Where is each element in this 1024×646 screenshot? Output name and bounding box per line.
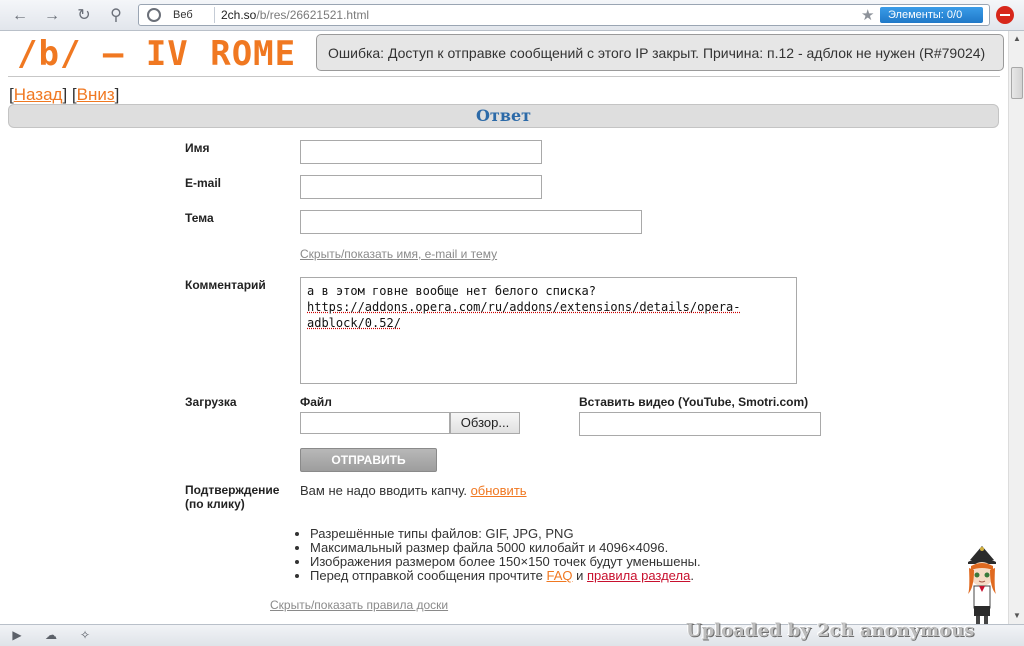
rules-list: Разрешённые типы файлов: GIF, JPG, PNG М… <box>310 527 701 583</box>
key-icon[interactable]: ⚲ <box>106 6 126 26</box>
captcha-text: Вам не надо вводить капчу. <box>300 483 467 498</box>
globe-icon <box>147 8 161 22</box>
subject-field[interactable] <box>300 210 642 234</box>
board-rules-link[interactable]: правила раздела <box>587 568 690 583</box>
url-text[interactable]: 2ch.so/b/res/26621521.html <box>221 8 369 22</box>
comment-textarea[interactable]: а в этом говне вообще нет белого списка?… <box>300 277 797 384</box>
faq-link[interactable]: FAQ <box>546 568 572 583</box>
list-item: Максимальный размер файла 5000 килобайт … <box>310 541 701 555</box>
board-title: /b/ – IV ROME <box>17 34 297 74</box>
upload-watermark: Uploaded by 2ch anonymous <box>686 620 974 641</box>
toggle-rules-link[interactable]: Скрыть/показать правила доски <box>270 598 448 612</box>
url-host: 2ch.so <box>221 8 257 22</box>
reload-icon[interactable]: ↻ <box>74 6 94 26</box>
nav-down-link[interactable]: Вниз <box>77 85 115 104</box>
watermark-prefix: Uploaded by <box>686 620 817 641</box>
forward-icon[interactable]: → <box>42 6 62 26</box>
email-label: E-mail <box>185 176 222 190</box>
page-nav: [Назад] [Вниз] <box>9 85 120 104</box>
scroll-thumb[interactable] <box>1011 67 1023 99</box>
comment-link: https://addons.opera.com/ru/addons/exten… <box>307 300 741 330</box>
captcha-label-line1: Подтверждение <box>185 483 280 497</box>
browser-toolbar: ← → ↻ ⚲ Веб 2ch.so/b/res/26621521.html ★… <box>0 0 1024 31</box>
address-bar[interactable]: Веб 2ch.so/b/res/26621521.html ★ Элемент… <box>138 4 990 26</box>
list-item: Изображения размером более 150×150 точек… <box>310 555 701 569</box>
nav-back-link[interactable]: Назад <box>14 85 63 104</box>
bookmark-star-icon[interactable]: ★ <box>861 6 874 24</box>
stop-icon[interactable] <box>996 6 1014 24</box>
rules-and: и <box>576 568 584 583</box>
name-field[interactable] <box>300 140 542 164</box>
toggle-fields-link[interactable]: Скрыть/показать имя, e-mail и тему <box>300 247 497 261</box>
subject-label: Тема <box>185 211 214 225</box>
page-content: /b/ – IV ROME Ошибка: Доступ к отправке … <box>0 31 1008 624</box>
list-item: Разрешённые типы файлов: GIF, JPG, PNG <box>310 527 701 541</box>
back-icon[interactable]: ← <box>10 6 30 26</box>
address-separator <box>214 7 215 23</box>
captcha-label-line2: (по клику) <box>185 497 245 511</box>
watermark-brand: 2ch <box>817 620 854 641</box>
captcha-message: Вам не надо вводить капчу. обновить <box>300 483 527 498</box>
video-field[interactable] <box>579 412 821 436</box>
panel-icon[interactable]: ▶ <box>9 628 25 642</box>
email-field[interactable] <box>300 175 542 199</box>
rules-dot: . <box>690 568 694 583</box>
browse-button[interactable]: Обзор... <box>450 412 520 434</box>
comment-label: Комментарий <box>185 278 266 292</box>
error-message: Ошибка: Доступ к отправке сообщений с эт… <box>316 34 1004 71</box>
vertical-scrollbar[interactable]: ▲ ▼ <box>1008 31 1024 624</box>
list-item: Перед отправкой сообщения прочтите FAQ и… <box>310 569 701 583</box>
captcha-label: Подтверждение (по клику) <box>185 483 279 511</box>
name-label: Имя <box>185 141 210 155</box>
file-label: Файл <box>300 395 332 409</box>
reply-header: Ответ <box>8 104 999 128</box>
watermark-suffix: anonymous <box>853 620 975 641</box>
adblock-elements-counter[interactable]: Элементы: 0/0 <box>880 7 983 23</box>
rules-before-post: Перед отправкой сообщения прочтите <box>310 568 543 583</box>
scroll-up-icon[interactable]: ▲ <box>1012 34 1022 43</box>
search-engine-label[interactable]: Веб <box>173 9 193 21</box>
comment-text: а в этом говне вообще нет белого списка? <box>307 284 596 298</box>
title-divider <box>8 76 1000 77</box>
url-path: /b/res/26621521.html <box>256 8 370 22</box>
video-label: Вставить видео (YouTube, Smotri.com) <box>579 395 809 409</box>
scroll-down-icon[interactable]: ▼ <box>1012 611 1022 620</box>
captcha-refresh-link[interactable]: обновить <box>471 483 527 498</box>
share-icon[interactable]: ✧ <box>77 628 93 642</box>
file-input[interactable] <box>300 412 450 434</box>
submit-button[interactable]: ОТПРАВИТЬ <box>300 448 437 472</box>
upload-label: Загрузка <box>185 395 237 409</box>
cloud-icon[interactable]: ☁ <box>43 628 59 642</box>
